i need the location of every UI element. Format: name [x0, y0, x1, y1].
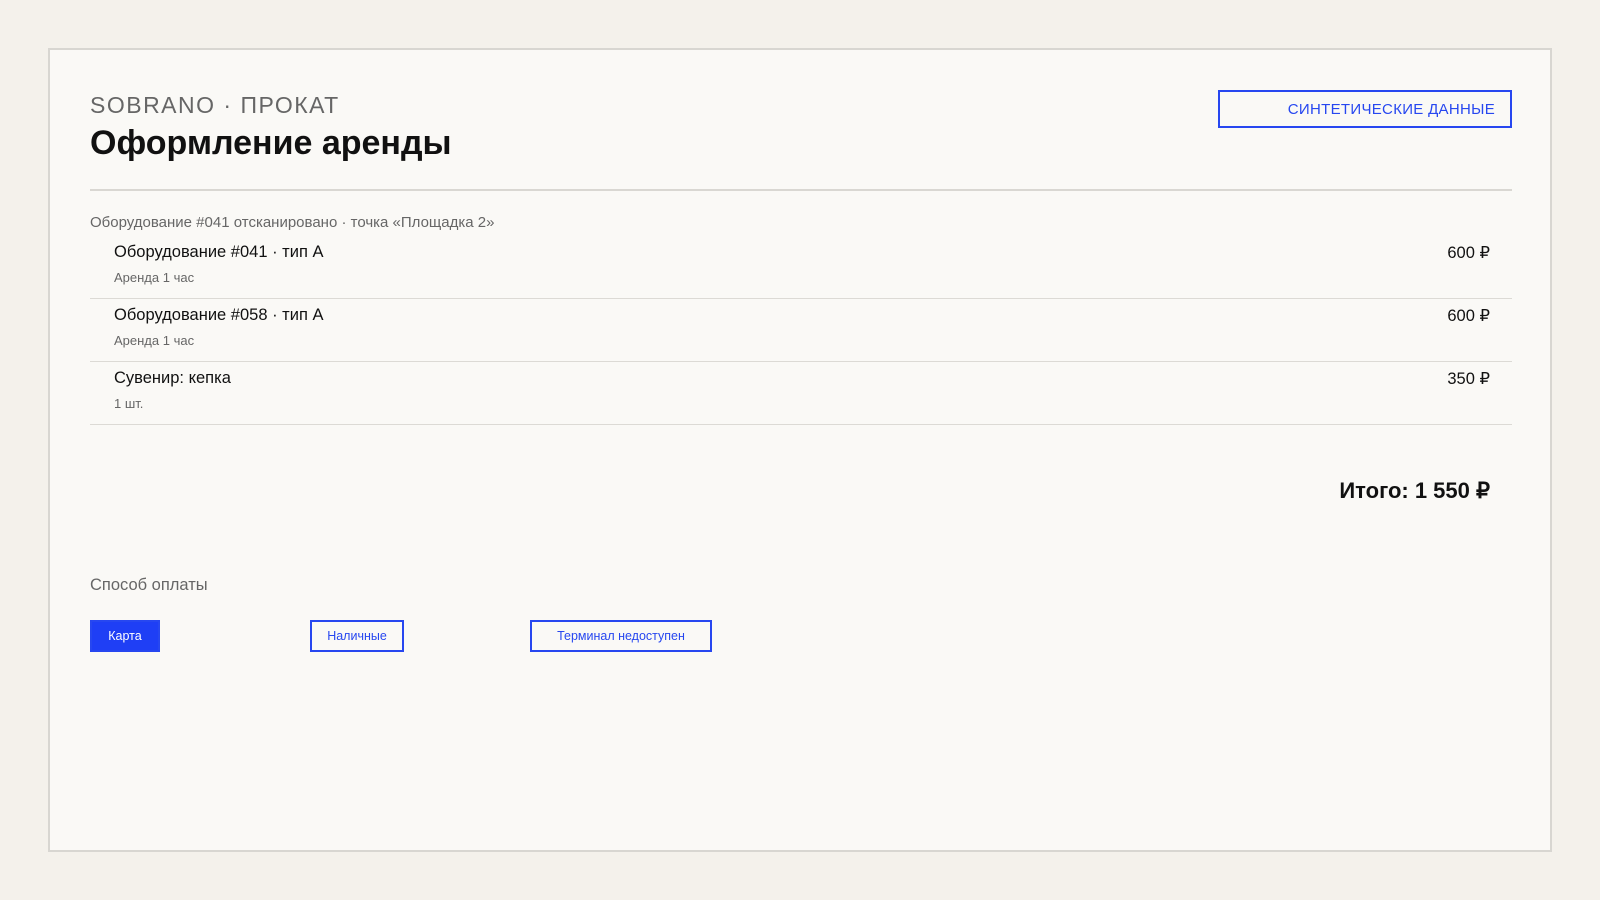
item-details: Аренда 1 час: [114, 333, 195, 348]
pay-card-button[interactable]: Карта: [90, 620, 160, 652]
order-items-list: Оборудование #041 · тип A Аренда 1 час 6…: [90, 236, 1512, 425]
item-details: Аренда 1 час: [114, 270, 195, 285]
list-item: Оборудование #041 · тип A Аренда 1 час 6…: [90, 236, 1512, 299]
item-price: 600 ₽: [1447, 244, 1490, 262]
synthetic-data-badge: СИНТЕТИЧЕСКИЕ ДАННЫЕ: [1218, 90, 1512, 128]
payment-method-label: Способ оплаты: [90, 576, 208, 594]
pay-cash-button[interactable]: Наличные: [310, 620, 404, 652]
scan-status: Оборудование #041 отсканировано · точка …: [90, 214, 495, 231]
brand-label: SOBRANO · ПРОКАТ: [90, 92, 340, 118]
page-title: Оформление аренды: [90, 124, 452, 162]
item-details: 1 шт.: [114, 396, 144, 411]
order-total: Итого: 1 550 ₽: [1339, 478, 1490, 503]
list-item: Оборудование #058 · тип A Аренда 1 час 6…: [90, 299, 1512, 362]
item-price: 350 ₽: [1447, 370, 1490, 388]
item-name: Сувенир: кепка: [114, 369, 231, 387]
item-price: 600 ₽: [1447, 307, 1490, 325]
header-divider: [90, 189, 1512, 191]
checkout-panel: SOBRANO · ПРОКАТ Оформление аренды СИНТЕ…: [48, 48, 1552, 852]
list-item: Сувенир: кепка 1 шт. 350 ₽: [90, 362, 1512, 425]
pay-terminal-button[interactable]: Терминал недоступен: [530, 620, 712, 652]
item-name: Оборудование #058 · тип A: [114, 306, 324, 324]
item-name: Оборудование #041 · тип A: [114, 243, 324, 261]
